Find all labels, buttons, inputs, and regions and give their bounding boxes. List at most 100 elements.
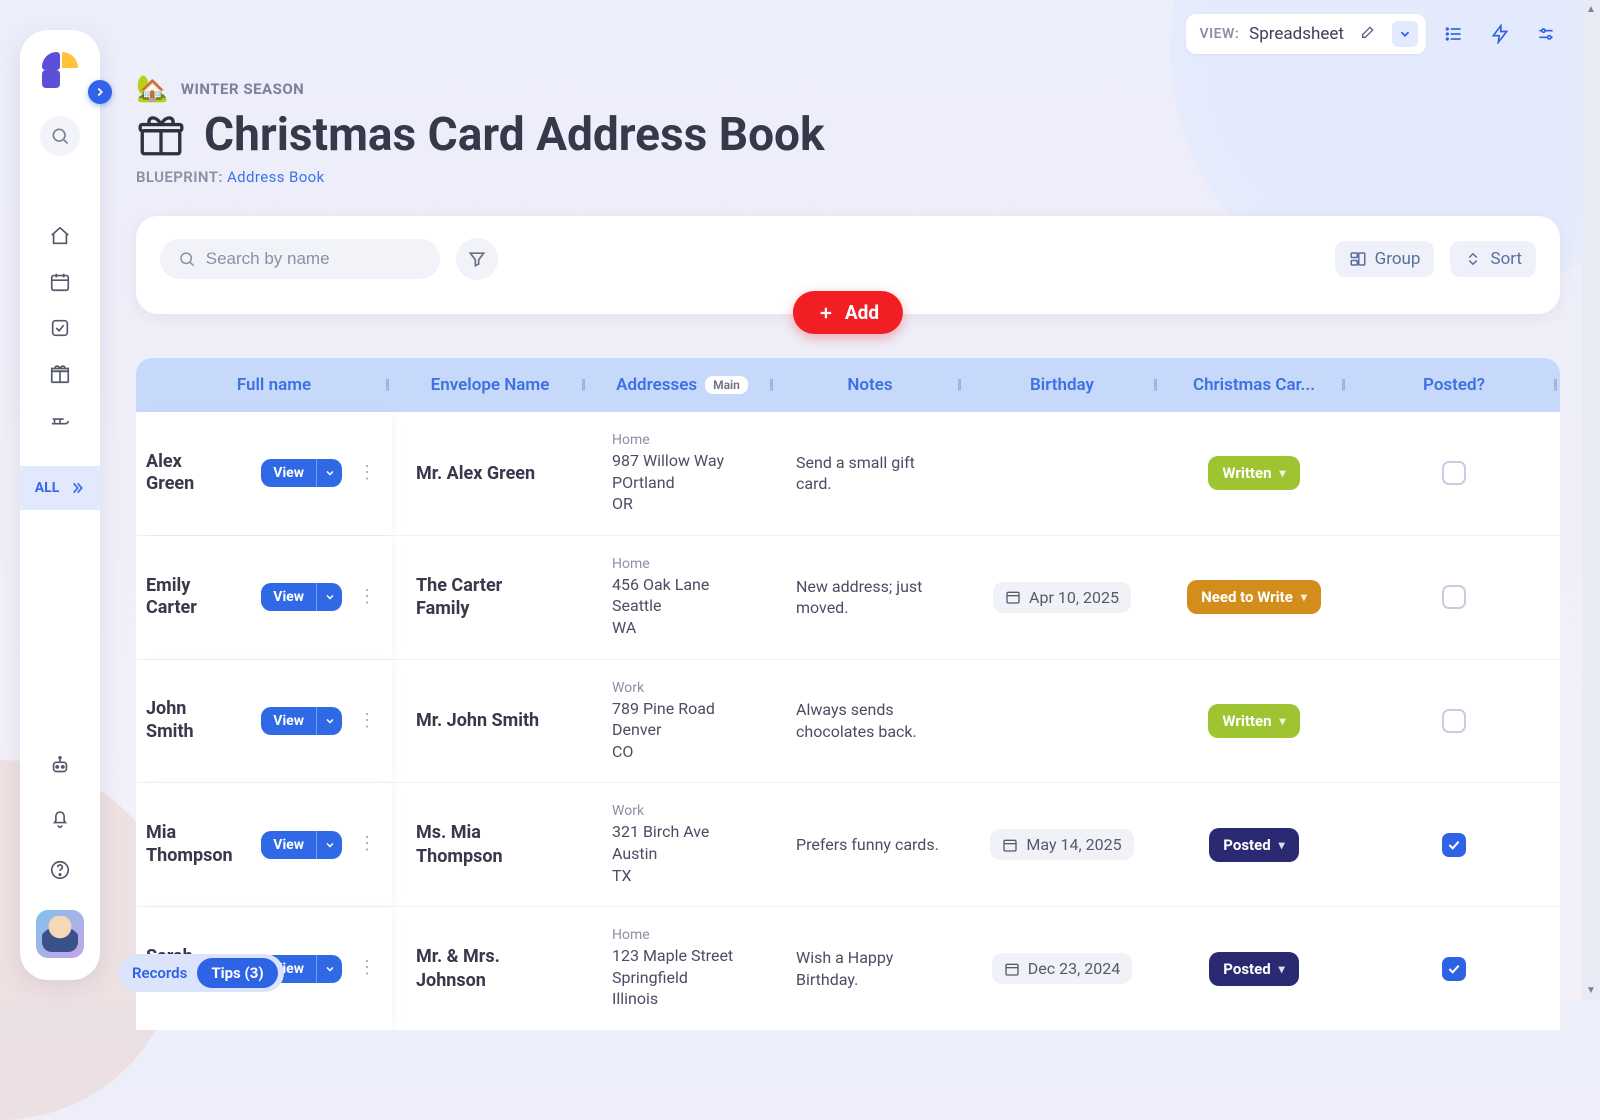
column-resize-handle[interactable]: ||	[769, 377, 772, 393]
search-input[interactable]	[206, 249, 422, 269]
sidebar-home-icon[interactable]	[40, 216, 80, 256]
cell-status[interactable]: Written▾	[1160, 412, 1348, 535]
view-dropdown-icon[interactable]	[1392, 21, 1418, 47]
cell-birthday[interactable]	[964, 660, 1160, 783]
col-full-name[interactable]: Full name||	[136, 358, 392, 412]
col-posted[interactable]: Posted?||	[1348, 358, 1560, 412]
column-resize-handle[interactable]: ||	[1341, 377, 1344, 393]
status-chip[interactable]: Written▾	[1208, 704, 1299, 738]
column-resize-handle[interactable]: ||	[957, 377, 960, 393]
posted-checkbox[interactable]	[1442, 833, 1466, 857]
status-chip[interactable]: Need to Write▾	[1187, 580, 1321, 614]
cell-address[interactable]: Home987 Willow WayPOrtlandOR	[588, 412, 776, 535]
scroll-up-icon[interactable]: ▲	[1586, 0, 1596, 19]
blueprint-link[interactable]: Address Book	[227, 168, 325, 186]
cell-envelope[interactable]: Mr. John Smith	[392, 660, 588, 783]
automations-button[interactable]	[1482, 16, 1518, 52]
col-birthday[interactable]: Birthday||	[964, 358, 1160, 412]
cell-posted[interactable]	[1348, 536, 1560, 659]
cell-posted[interactable]	[1348, 783, 1560, 906]
cell-status[interactable]: Need to Write▾	[1160, 536, 1348, 659]
cell-posted[interactable]	[1348, 412, 1560, 535]
col-envelope[interactable]: Envelope Name||	[392, 358, 588, 412]
cell-posted[interactable]	[1348, 660, 1560, 783]
column-resize-handle[interactable]: ||	[1553, 377, 1556, 393]
cell-birthday[interactable]: Apr 10, 2025	[964, 536, 1160, 659]
cell-envelope[interactable]: Mr. & Mrs.Johnson	[392, 907, 588, 1030]
row-menu-button[interactable]: ⋮	[352, 716, 382, 727]
column-resize-handle[interactable]: ||	[581, 377, 584, 393]
posted-checkbox[interactable]	[1442, 957, 1466, 981]
sidebar-checkbox-icon[interactable]	[40, 308, 80, 348]
view-record-button[interactable]: View	[261, 583, 342, 611]
sidebar-gift-icon[interactable]	[40, 354, 80, 394]
view-record-button[interactable]: View	[261, 707, 342, 735]
cell-address[interactable]: Home456 Oak LaneSeattleWA	[588, 536, 776, 659]
column-resize-handle[interactable]: ||	[385, 377, 388, 393]
posted-checkbox[interactable]	[1442, 709, 1466, 733]
cell-birthday[interactable]	[964, 412, 1160, 535]
status-chip[interactable]: Posted▾	[1209, 828, 1298, 862]
page-scrollbar[interactable]: ▲ ▼	[1582, 0, 1600, 1000]
chevron-down-icon[interactable]	[316, 583, 342, 611]
cell-status[interactable]: Posted▾	[1160, 907, 1348, 1030]
sidebar-all-button[interactable]: ALL	[20, 466, 100, 510]
cell-notes[interactable]: Wish a Happy Birthday.	[776, 907, 964, 1030]
cell-posted[interactable]	[1348, 907, 1560, 1030]
breadcrumb-season[interactable]: 🏡 WINTER SEASON	[136, 74, 1560, 104]
sort-button[interactable]: Sort	[1450, 241, 1536, 277]
cell-birthday[interactable]: Dec 23, 2024	[964, 907, 1160, 1030]
row-menu-button[interactable]: ⋮	[352, 468, 382, 479]
sidebar-robot-icon[interactable]	[40, 746, 80, 786]
list-view-button[interactable]	[1436, 16, 1472, 52]
chevron-down-icon[interactable]	[316, 707, 342, 735]
add-button[interactable]: Add	[793, 291, 903, 334]
sidebar-search-button[interactable]	[40, 116, 80, 156]
chevron-down-icon[interactable]	[316, 955, 342, 983]
sidebar-expand-button[interactable]	[88, 80, 112, 104]
scroll-down-icon[interactable]: ▼	[1586, 981, 1596, 1000]
status-chip[interactable]: Posted▾	[1209, 952, 1298, 986]
sidebar-help-icon[interactable]	[40, 850, 80, 890]
cell-status[interactable]: Written▾	[1160, 660, 1348, 783]
col-notes[interactable]: Notes||	[776, 358, 964, 412]
cell-envelope[interactable]: Ms. MiaThompson	[392, 783, 588, 906]
posted-checkbox[interactable]	[1442, 461, 1466, 485]
sidebar-calendar-icon[interactable]	[40, 262, 80, 302]
col-status[interactable]: Christmas Car...||	[1160, 358, 1348, 412]
pencil-icon[interactable]	[1354, 20, 1382, 48]
column-resize-handle[interactable]: ||	[1153, 377, 1156, 393]
row-menu-button[interactable]: ⋮	[352, 963, 382, 974]
search-field[interactable]	[160, 239, 440, 279]
cell-birthday[interactable]: May 14, 2025	[964, 783, 1160, 906]
cell-address[interactable]: Home123 Maple StreetSpringfieldIllinois	[588, 907, 776, 1030]
cell-address[interactable]: Work321 Birch AveAustinTX	[588, 783, 776, 906]
posted-checkbox[interactable]	[1442, 585, 1466, 609]
tips-tab[interactable]: Tips (3)	[197, 958, 277, 988]
birthday-chip[interactable]: Apr 10, 2025	[993, 582, 1131, 613]
records-tab[interactable]: Records	[132, 964, 187, 982]
row-menu-button[interactable]: ⋮	[352, 839, 382, 850]
chevron-down-icon[interactable]	[316, 459, 342, 487]
cell-status[interactable]: Posted▾	[1160, 783, 1348, 906]
status-chip[interactable]: Written▾	[1208, 456, 1299, 490]
chevron-down-icon[interactable]	[316, 831, 342, 859]
filter-button[interactable]	[456, 238, 498, 280]
row-menu-button[interactable]: ⋮	[352, 592, 382, 603]
birthday-chip[interactable]: May 14, 2025	[990, 829, 1133, 860]
app-logo[interactable]	[42, 52, 78, 88]
view-switcher[interactable]: VIEW: Spreadsheet	[1186, 14, 1426, 54]
group-button[interactable]: Group	[1335, 241, 1435, 277]
view-record-button[interactable]: View	[261, 831, 342, 859]
cell-notes[interactable]: New address; just moved.	[776, 536, 964, 659]
cell-envelope[interactable]: The CarterFamily	[392, 536, 588, 659]
cell-envelope[interactable]: Mr. Alex Green	[392, 412, 588, 535]
view-record-button[interactable]: View	[261, 459, 342, 487]
cell-notes[interactable]: Always sends chocolates back.	[776, 660, 964, 783]
cell-address[interactable]: Work789 Pine RoadDenverCO	[588, 660, 776, 783]
col-addresses[interactable]: AddressesMain||	[588, 358, 776, 412]
sidebar-bell-icon[interactable]	[40, 798, 80, 838]
cell-notes[interactable]: Prefers funny cards.	[776, 783, 964, 906]
sidebar-avatar[interactable]	[36, 910, 84, 958]
settings-sliders-button[interactable]	[1528, 16, 1564, 52]
